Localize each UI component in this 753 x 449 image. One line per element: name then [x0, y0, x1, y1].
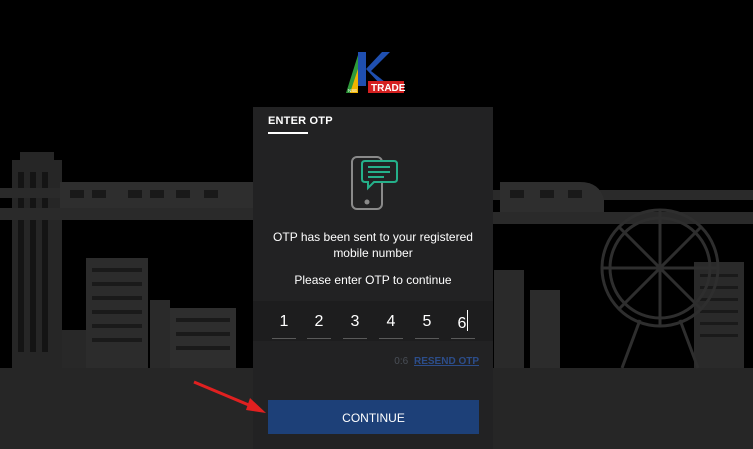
- otp-digit-4[interactable]: 4: [379, 310, 403, 339]
- otp-instruction: Please enter OTP to continue: [294, 273, 452, 287]
- tab-underline: [268, 132, 308, 134]
- otp-input-row: 1 2 3 4 5 6: [253, 301, 493, 341]
- otp-digit-5[interactable]: 5: [415, 310, 439, 339]
- tab-enter-otp[interactable]: ENTER OTP: [268, 115, 333, 127]
- logo-small-text: NSE: [348, 88, 357, 93]
- moon-icon: [36, 10, 86, 65]
- red-arrow-annotation-icon: [193, 380, 266, 413]
- phone-message-icon: [351, 156, 398, 210]
- resend-timer-row: 0:6 RESEND OTP: [394, 356, 479, 367]
- continue-button[interactable]: CONTINUE: [268, 400, 479, 434]
- resend-otp-link[interactable]: RESEND OTP: [414, 356, 479, 367]
- otp-digit-6[interactable]: 6: [451, 310, 475, 339]
- countdown-timer: 0:6: [394, 356, 409, 367]
- otp-digit-3[interactable]: 3: [343, 310, 367, 339]
- otp-digit-2[interactable]: 2: [307, 310, 331, 339]
- otp-card: ENTER OTP OTP has been sent to your regi…: [253, 107, 493, 449]
- otp-sent-message: OTP has been sent to your registered mob…: [273, 230, 473, 260]
- otp-digit-1[interactable]: 1: [272, 310, 296, 339]
- text-caret: [467, 310, 469, 331]
- logo-trader-text: TRADER: [371, 83, 406, 94]
- ktrader-logo: NSE TRADER: [346, 52, 406, 94]
